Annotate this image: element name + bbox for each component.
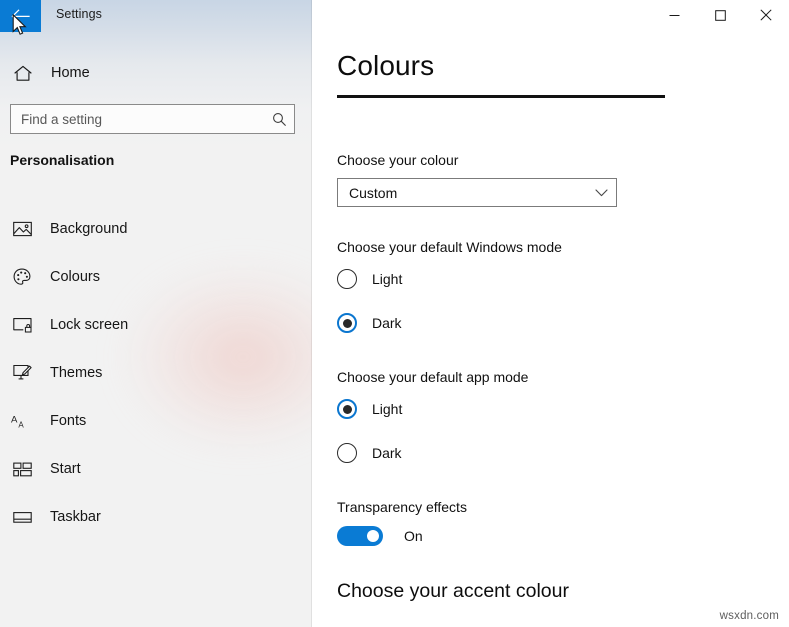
transparency-toggle-row: On xyxy=(337,524,423,548)
search-box[interactable] xyxy=(10,104,295,134)
transparency-toggle[interactable] xyxy=(337,526,383,546)
arrow-left-icon xyxy=(11,8,30,23)
sidebar-item-colours-label: Colours xyxy=(50,269,100,285)
themes-icon xyxy=(10,364,34,382)
radio-indicator xyxy=(337,399,357,419)
windows-mode-radio-dark[interactable]: Dark xyxy=(337,310,402,336)
sidebar-item-fonts[interactable]: A A Fonts xyxy=(0,397,312,445)
window-title: Settings xyxy=(56,7,102,21)
app-mode-radio-dark[interactable]: Dark xyxy=(337,440,402,466)
windows-mode-radio-light[interactable]: Light xyxy=(337,266,402,292)
page-title-underline xyxy=(337,95,665,98)
close-icon xyxy=(760,9,772,21)
sidebar-item-taskbar[interactable]: Taskbar xyxy=(0,493,312,541)
watermark: wsxdn.com xyxy=(719,610,779,622)
windows-mode-light-label: Light xyxy=(372,271,403,287)
choose-colour-label: Choose your colour xyxy=(337,152,459,168)
lock-screen-icon xyxy=(10,317,34,333)
search-icon[interactable] xyxy=(264,112,294,127)
minimize-button[interactable] xyxy=(651,0,697,30)
app-mode-radio-light[interactable]: Light xyxy=(337,396,402,422)
back-button[interactable] xyxy=(0,0,41,32)
transparency-label: Transparency effects xyxy=(337,499,467,515)
sidebar-item-background[interactable]: Background xyxy=(0,205,312,253)
windows-mode-label: Choose your default Windows mode xyxy=(337,239,562,255)
sidebar-item-themes[interactable]: Themes xyxy=(0,349,312,397)
svg-text:A: A xyxy=(18,420,24,429)
sidebar-item-home-label: Home xyxy=(51,65,90,81)
sidebar-section-title: Personalisation xyxy=(10,152,115,168)
minimize-icon xyxy=(669,14,679,16)
app-mode-dark-label: Dark xyxy=(372,445,402,461)
choose-colour-dropdown[interactable]: Custom xyxy=(337,178,617,207)
radio-indicator xyxy=(337,443,357,463)
sidebar: Settings Home Find a setting Personalisa… xyxy=(0,0,312,627)
svg-text:A: A xyxy=(11,415,18,426)
taskbar-icon xyxy=(10,511,34,524)
transparency-state-label: On xyxy=(404,528,423,544)
app-mode-label: Choose your default app mode xyxy=(337,369,529,385)
start-tiles-icon xyxy=(10,462,34,477)
radio-indicator xyxy=(337,313,357,333)
image-icon xyxy=(10,221,34,237)
app-mode-light-label: Light xyxy=(372,401,403,417)
radio-indicator xyxy=(337,269,357,289)
settings-window: Settings Home Find a setting Personalisa… xyxy=(0,0,789,627)
sidebar-item-start-label: Start xyxy=(50,461,81,477)
fonts-icon: A A xyxy=(10,413,34,430)
sidebar-item-themes-label: Themes xyxy=(50,365,103,381)
sidebar-item-lock-screen-label: Lock screen xyxy=(50,317,129,333)
sidebar-item-background-label: Background xyxy=(50,221,128,237)
chevron-down-icon xyxy=(586,188,616,197)
window-controls xyxy=(651,0,789,30)
windows-mode-dark-label: Dark xyxy=(372,315,402,331)
main-content: Colours Choose your colour Custom Choose… xyxy=(312,0,789,627)
sidebar-item-home[interactable]: Home xyxy=(0,56,312,90)
sidebar-item-lock-screen[interactable]: Lock screen xyxy=(0,301,312,349)
palette-icon xyxy=(10,268,34,286)
sidebar-item-taskbar-label: Taskbar xyxy=(50,509,101,525)
sidebar-item-colours[interactable]: Colours xyxy=(0,253,312,301)
maximize-icon xyxy=(714,9,726,21)
maximize-button[interactable] xyxy=(697,0,743,30)
home-icon xyxy=(11,65,35,82)
sidebar-item-fonts-label: Fonts xyxy=(50,413,87,429)
sidebar-nav-list: Background Colours Lock screen Themes A … xyxy=(0,205,312,541)
accent-colour-heading: Choose your accent colour xyxy=(337,580,569,602)
sidebar-item-start[interactable]: Start xyxy=(0,445,312,493)
page-title: Colours xyxy=(337,50,435,81)
search-input[interactable] xyxy=(11,106,264,132)
choose-colour-value: Custom xyxy=(349,184,398,201)
close-button[interactable] xyxy=(743,0,789,30)
